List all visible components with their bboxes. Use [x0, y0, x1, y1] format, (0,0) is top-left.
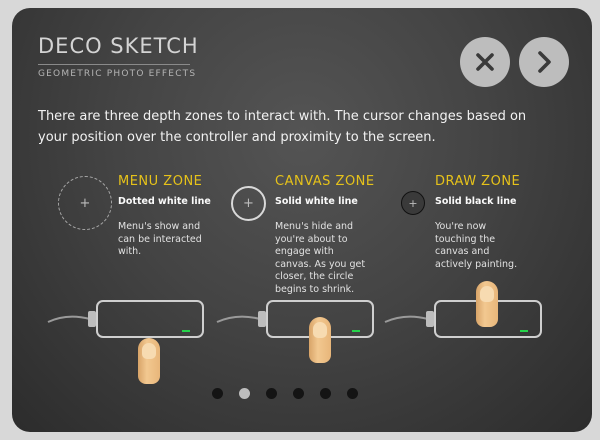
menu-zone-description: Menu's show and can be interacted with.	[118, 221, 202, 257]
page-dot[interactable]	[239, 388, 250, 399]
controller-plug	[426, 311, 434, 327]
draw-zone-cursor-icon: +	[401, 191, 425, 215]
fingernail	[480, 286, 494, 302]
plus-icon: +	[79, 195, 91, 211]
close-button[interactable]	[460, 37, 510, 87]
plus-icon: +	[408, 196, 418, 210]
app-title: DECO SKETCH	[38, 34, 199, 58]
draw-zone-title: DRAW ZONE	[435, 174, 521, 189]
tutorial-panel: DECO SKETCH GEOMETRIC PHOTO EFFECTS Ther…	[12, 8, 592, 432]
canvas-zone-description: Menu's hide and you're about to engage w…	[275, 221, 366, 295]
finger-illustration	[138, 338, 160, 384]
finger-illustration	[309, 317, 331, 363]
fingernail	[313, 322, 327, 338]
menu-zone-title: MENU ZONE	[118, 174, 203, 189]
draw-zone-description: You're now touching the canvas and activ…	[435, 221, 518, 270]
canvas-zone-title: CANVAS ZONE	[275, 174, 375, 189]
intro-text: There are three depth zones to interact …	[38, 109, 527, 145]
menu-zone-subtitle: Dotted white line	[118, 196, 211, 207]
app-subtitle: GEOMETRIC PHOTO EFFECTS	[38, 69, 197, 79]
next-button[interactable]	[519, 37, 569, 87]
menu-zone-cursor-icon: +	[58, 176, 112, 230]
controller-plug	[258, 311, 266, 327]
controller-led	[520, 330, 528, 332]
controller-led	[182, 330, 190, 332]
controller-plug	[88, 311, 96, 327]
page-dot[interactable]	[293, 388, 304, 399]
page-dot[interactable]	[266, 388, 277, 399]
plus-icon: +	[243, 196, 254, 211]
leap-controller	[96, 300, 204, 338]
canvas-zone-subtitle: Solid white line	[275, 196, 358, 207]
page-dot[interactable]	[212, 388, 223, 399]
title-divider	[38, 64, 190, 65]
canvas-zone-cursor-icon: +	[231, 186, 266, 221]
chevron-right-icon	[538, 51, 551, 73]
fingernail	[142, 343, 156, 359]
controller-led	[352, 330, 360, 332]
page-dot[interactable]	[320, 388, 331, 399]
page-dot[interactable]	[347, 388, 358, 399]
page-indicator	[212, 388, 358, 399]
finger-illustration	[476, 281, 498, 327]
draw-zone-subtitle: Solid black line	[435, 196, 517, 207]
close-icon	[476, 53, 494, 71]
